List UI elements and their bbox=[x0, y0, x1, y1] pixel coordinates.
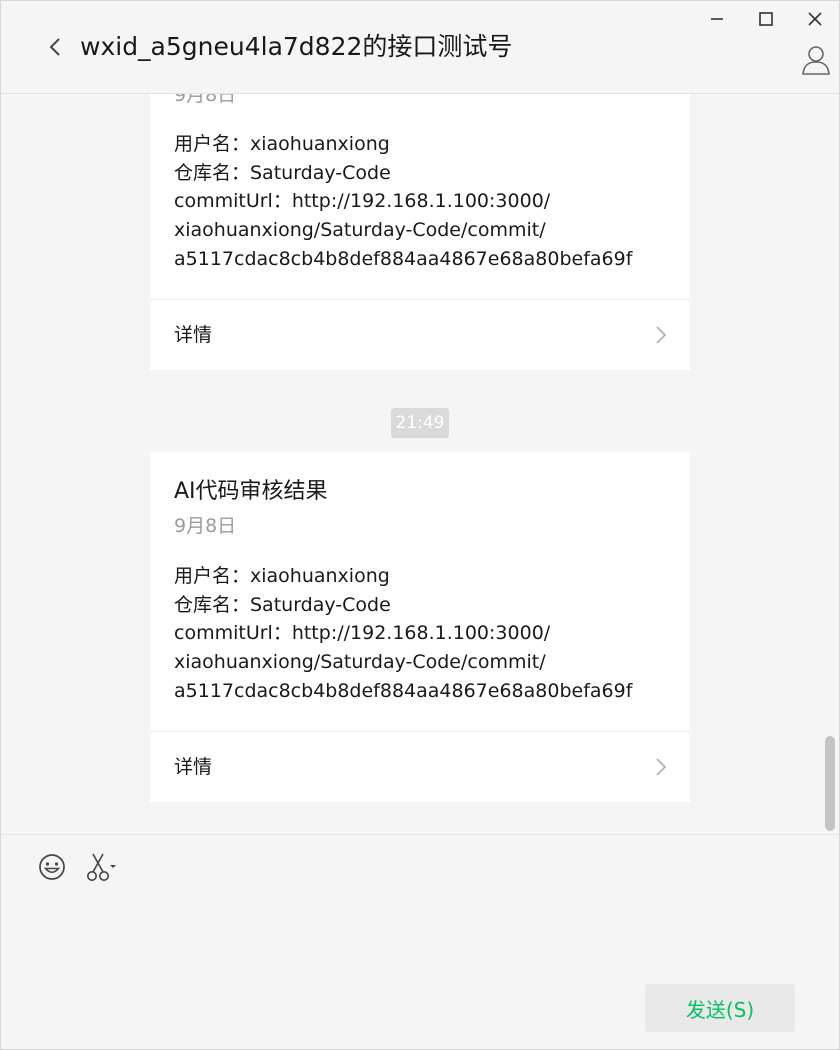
chevron-left-icon[interactable] bbox=[44, 36, 66, 58]
scissors-icon[interactable] bbox=[86, 852, 118, 882]
message-input[interactable] bbox=[30, 895, 814, 979]
minimize-icon[interactable] bbox=[706, 8, 728, 30]
card-detail-link[interactable]: 详情 bbox=[150, 732, 690, 802]
chevron-right-icon bbox=[656, 758, 667, 776]
maximize-icon[interactable] bbox=[755, 8, 777, 30]
detail-label: 详情 bbox=[174, 324, 213, 346]
detail-label: 详情 bbox=[174, 756, 213, 778]
card-line-commit-hash: a5117cdac8cb4b8def884aa4867e68a80befa69f bbox=[174, 679, 633, 702]
close-icon[interactable] bbox=[804, 8, 826, 30]
user-profile-icon[interactable] bbox=[801, 44, 831, 76]
time-separator: 21:49 bbox=[391, 408, 449, 438]
card-title: AI代码审核结果 bbox=[174, 479, 328, 504]
chat-title: wxid_a5gneu4la7d822的接口测试号 bbox=[80, 32, 513, 61]
message-card: 9月8日 用户名：xiaohuanxiong 仓库名：Saturday-Code… bbox=[150, 94, 690, 370]
card-body: 用户名：xiaohuanxiong 仓库名：Saturday-Code comm… bbox=[174, 562, 674, 706]
card-line-username: 用户名：xiaohuanxiong bbox=[174, 565, 390, 587]
message-list[interactable]: 9月8日 用户名：xiaohuanxiong 仓库名：Saturday-Code… bbox=[0, 94, 840, 834]
card-line-commit-hash: a5117cdac8cb4b8def884aa4867e68a80befa69f bbox=[174, 247, 633, 270]
send-button[interactable]: 发送(S) bbox=[645, 984, 795, 1032]
card-line-commit-url: commitUrl：http://192.168.1.100:3000/ bbox=[174, 622, 551, 645]
card-line-repo: 仓库名：Saturday-Code bbox=[174, 593, 391, 616]
card-date: 9月8日 bbox=[174, 94, 237, 106]
card-line-repo: 仓库名：Saturday-Code bbox=[174, 161, 391, 184]
card-line-username: 用户名：xiaohuanxiong bbox=[174, 133, 390, 155]
card-body: 用户名：xiaohuanxiong 仓库名：Saturday-Code comm… bbox=[174, 130, 674, 274]
message-card: AI代码审核结果 9月8日 用户名：xiaohuanxiong 仓库名：Satu… bbox=[150, 452, 690, 802]
chevron-right-icon bbox=[656, 326, 667, 344]
card-line-commit-url: commitUrl：http://192.168.1.100:3000/ bbox=[174, 190, 551, 213]
chat-header: wxid_a5gneu4la7d822的接口测试号 bbox=[0, 0, 840, 94]
card-line-commit-url-cont: xiaohuanxiong/Saturday-Code/commit/ bbox=[174, 219, 546, 242]
chat-scrollbar[interactable] bbox=[825, 736, 835, 831]
card-line-commit-url-cont: xiaohuanxiong/Saturday-Code/commit/ bbox=[174, 651, 546, 674]
emoji-smile-icon[interactable] bbox=[38, 853, 66, 881]
card-detail-link[interactable]: 详情 bbox=[150, 300, 690, 370]
composer: 发送(S) bbox=[0, 834, 840, 1050]
card-date: 9月8日 bbox=[174, 515, 237, 537]
